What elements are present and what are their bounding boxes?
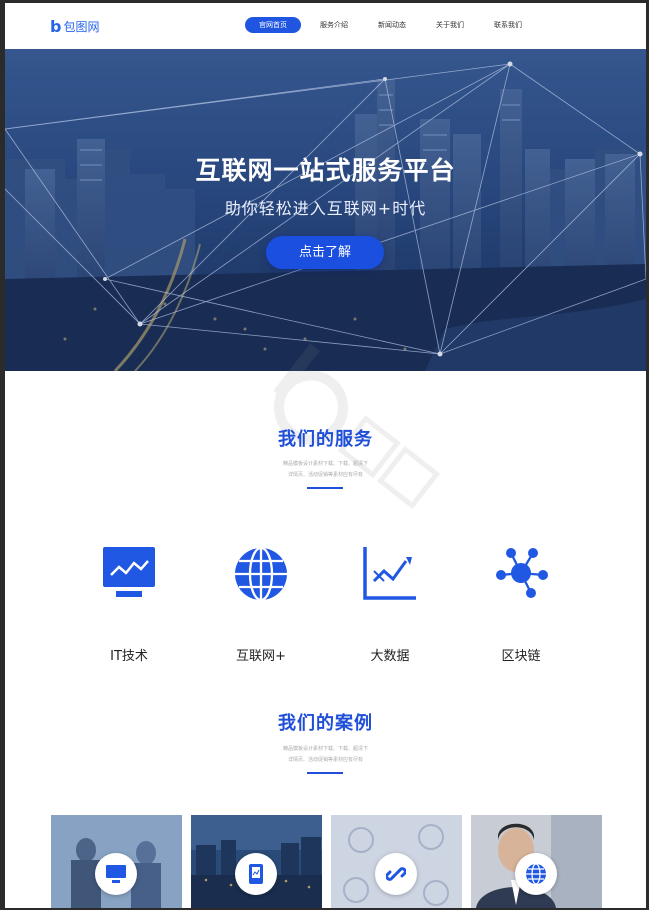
learn-more-button[interactable]: 点击了解 <box>266 236 384 269</box>
nav-about[interactable]: 关于我们 <box>421 17 479 33</box>
cases-title: 我们的案例 <box>278 713 373 734</box>
nav-services[interactable]: 服务介绍 <box>305 17 363 33</box>
hero-title: 互联网一站式服务平台 <box>195 156 456 185</box>
header: b 包图网 官网首页 服务介绍 新闻动态 关于我们 联系我们 <box>5 3 646 49</box>
service-label: IT技术 <box>110 649 148 664</box>
nav-home[interactable]: 官网首页 <box>245 17 301 33</box>
logo[interactable]: b 包图网 <box>50 16 99 36</box>
logo-mark: b <box>50 16 62 36</box>
network-nodes-icon <box>496 548 548 598</box>
case-card-1[interactable] <box>51 815 182 908</box>
monitor-chart-icon <box>103 547 155 597</box>
logo-text: 包图网 <box>63 19 100 34</box>
phone-icon <box>249 864 263 884</box>
cases-desc-1: 精品模板设计素材下载、下载、超清下 <box>282 746 368 752</box>
monitor-icon <box>106 865 126 883</box>
nav-news[interactable]: 新闻动态 <box>363 17 421 33</box>
case-badge <box>515 853 557 895</box>
service-label: 互联网+ <box>236 649 286 664</box>
cases-divider <box>307 772 343 774</box>
line-chart-icon <box>363 547 416 600</box>
service-label: 大数据 <box>370 649 410 664</box>
service-it[interactable]: IT技术 <box>79 545 179 664</box>
services-title: 我们的服务 <box>278 429 373 450</box>
cases-desc-2: 详情页、活动促销等素材应有尽有 <box>287 757 363 763</box>
link-icon <box>386 867 406 881</box>
main-nav: 官网首页 服务介绍 新闻动态 关于我们 联系我们 <box>245 17 537 33</box>
case-badge <box>95 853 137 895</box>
service-big-data[interactable]: 大数据 <box>340 545 440 664</box>
service-label: 区块链 <box>501 649 541 664</box>
services-desc-2: 详情页、活动促销等素材应有尽有 <box>287 472 363 478</box>
service-internet-plus[interactable]: 互联网+ <box>211 545 311 664</box>
globe-icon <box>526 863 546 885</box>
case-badge <box>235 853 277 895</box>
page: b 包图网 官网首页 服务介绍 新闻动态 关于我们 联系我们 互联网一站式服务平… <box>5 3 646 908</box>
services-desc-1: 精品模板设计素材下载、下载、超清下 <box>282 461 368 467</box>
case-badge <box>375 853 417 895</box>
globe-icon <box>235 546 287 602</box>
case-card-4[interactable] <box>471 815 602 908</box>
case-card-3[interactable] <box>331 815 462 908</box>
case-card-2[interactable] <box>191 815 322 908</box>
hero-subtitle: 助你轻松进入互联网+时代 <box>224 199 427 218</box>
services-divider <box>307 487 343 489</box>
hero-banner: 互联网一站式服务平台 助你轻松进入互联网+时代 点击了解 <box>5 49 646 371</box>
service-blockchain[interactable]: 区块链 <box>471 545 571 664</box>
nav-contact[interactable]: 联系我们 <box>479 17 537 33</box>
